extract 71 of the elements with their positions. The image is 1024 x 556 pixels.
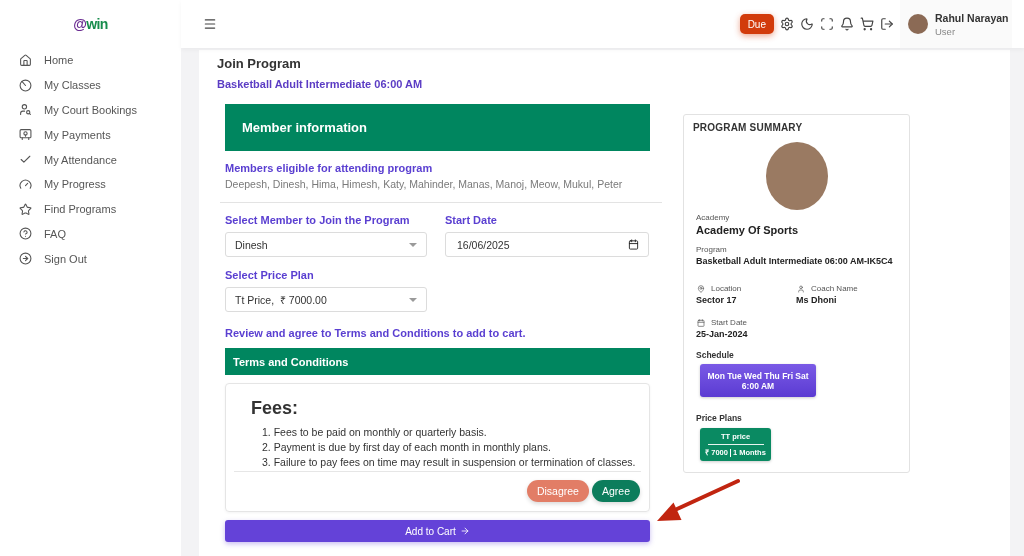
star-icon [19,202,32,216]
fullscreen-icon[interactable] [820,17,834,31]
schedule-label: Schedule [695,350,735,360]
date-field[interactable]: 16/06/2025 [445,232,649,257]
calendar-icon[interactable] [628,239,639,250]
program-label: Program [696,245,728,255]
academy-label: Academy [696,213,731,223]
cart-icon[interactable] [860,17,874,31]
arrow-circle-icon [19,252,32,266]
detail-label: Start Date [711,318,747,328]
due-button[interactable]: Due [739,14,774,34]
user-role: User [935,25,957,37]
bell-icon[interactable] [840,17,854,31]
circle-icon [19,78,32,92]
page-title: Join Program [217,55,302,73]
price-plan-select[interactable]: Tt Price, ₹ 7000.00 [225,287,427,312]
settings-icon[interactable] [780,17,794,31]
sidebar-item[interactable]: My Classes [0,72,181,98]
sidebar-item[interactable]: FAQ [0,221,181,247]
caret-icon [409,242,417,247]
caret-icon [409,297,417,302]
sidebar-item[interactable]: My Attendance [0,147,181,172]
detail-value: Ms Dhoni [796,294,838,306]
logout-icon[interactable] [880,17,894,31]
user-menu[interactable]: Rahul Narayan User [900,0,1012,48]
detail-label: Coach Name [811,284,858,294]
add-to-cart-button[interactable]: Add to Cart [225,520,650,542]
screen-icon [19,128,32,142]
section-header: Terms and Conditions [225,348,650,375]
terms-item: 1. Fees to be paid on monthly or quarterly basis. [262,425,488,440]
agree-button[interactable]: Agree [591,480,640,502]
gauge-icon [19,177,32,191]
detail-value: 25-Jan-2024 [696,328,749,340]
field-label: Select Price Plan [225,268,315,282]
brand-logo: @win [73,16,108,32]
eligible-members: Deepesh, Dinesh, Hima, Himesh, Katy, Mahinder, Manas, Manoj, Meow, Mukul, Peter [225,177,624,191]
arrow-right-icon [459,526,470,536]
eligible-label: Members eligible for attending program [225,161,434,175]
user-search-icon [19,103,32,117]
sidebar-item[interactable]: My Payments [0,122,181,148]
terms-heading: Fees: [251,397,300,419]
program-name: Basketball Adult Intermediate 06:00 AM [217,77,424,91]
field-label: Start Date [445,213,498,227]
terms-notice: Review and agree to Terms and Conditions to add to cart. [225,326,527,340]
sidebar-item[interactable]: My Court Bookings [0,97,181,123]
terms-item: 3. Failure to pay fees on time may result in suspension or termination of classes. [262,455,637,470]
section-header: Member information [225,104,650,151]
detail-label: Location [711,284,742,294]
user-icon [797,285,805,293]
price-plans-label: Price Plans [695,413,743,423]
terms-item: 2. Payment is due by first day of each month in monthly plans. [262,440,552,455]
avatar-placeholder [908,14,928,34]
sidebar-item[interactable]: Find Programs [0,196,181,222]
program-value: Basketball Adult Intermediate 06:00 AM-IK5C4 [696,255,894,267]
detail-value: Sector 17 [696,294,738,306]
menu-icon[interactable] [203,17,217,31]
help-icon [19,227,32,241]
schedule-time: 6:00 AM [741,380,775,391]
schedule-days: Mon Tue Wed Thu Fri Sat [707,370,809,381]
user-name: Rahul Narayan [935,11,1009,24]
card-title: PROGRAM SUMMARY [692,121,804,134]
member-select[interactable]: Dinesh [225,232,427,257]
map-pin-icon [697,285,705,293]
sidebar-item[interactable]: Home [0,48,181,73]
moon-icon[interactable] [800,17,814,31]
sidebar-item[interactable]: My Progress [0,172,181,197]
calendar-icon [697,319,705,327]
sidebar-item[interactable]: Sign Out [0,246,181,272]
field-label: Select Member to Join the Program [225,213,411,227]
home-icon [19,53,32,67]
academy-name: Academy Of Sports [696,223,800,237]
